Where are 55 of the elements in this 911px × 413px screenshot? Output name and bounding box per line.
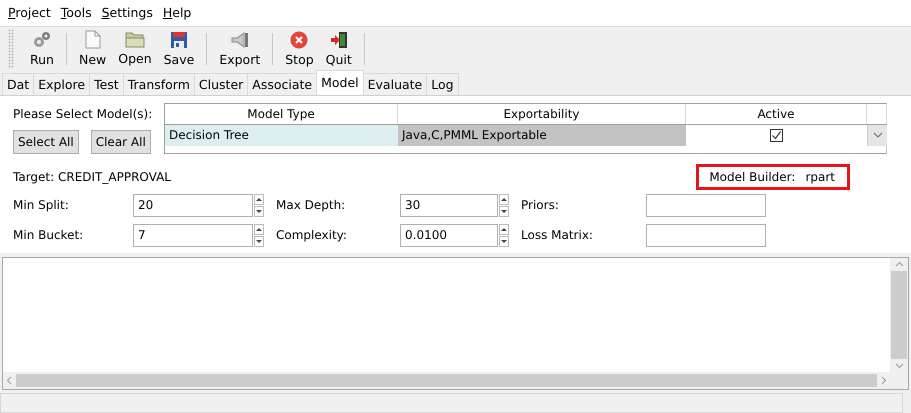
number-field[interactable]: 20 [133, 194, 253, 217]
menu-item[interactable]: Settings [98, 5, 159, 20]
dropdown-button[interactable] [867, 124, 887, 146]
model-builder-label: Model Builder: [709, 170, 796, 184]
parameter-label: Priors: [521, 198, 560, 212]
toolbar-button[interactable]: Save [158, 28, 200, 70]
number-field[interactable]: 7 [133, 224, 253, 247]
toolbar-button[interactable]: Open [112, 28, 158, 70]
tab[interactable]: Dat [2, 72, 34, 95]
parameter-label: Complexity: [276, 228, 348, 242]
toolbar-button[interactable]: Quit [320, 28, 358, 70]
speaker-icon [230, 30, 250, 49]
stop-icon [290, 30, 308, 49]
scroll-left-icon[interactable] [6, 376, 12, 386]
spinner-arrows[interactable] [499, 224, 509, 247]
active-checkbox[interactable] [770, 128, 783, 142]
folder-icon [124, 31, 145, 48]
parameter-label: Loss Matrix: [521, 228, 594, 242]
parameter-label: Min Split: [13, 198, 70, 212]
toolbar-button[interactable]: New [72, 28, 112, 70]
toolbar-button[interactable]: Run [24, 28, 60, 70]
prompt-label: Please Select Model(s): [13, 106, 154, 121]
scroll-down-icon[interactable] [894, 363, 904, 370]
tab[interactable]: Model [316, 70, 364, 95]
scroll-right-icon[interactable] [881, 376, 887, 386]
spinner-arrows[interactable] [254, 224, 264, 247]
tab[interactable]: Explore [33, 72, 90, 95]
parameter-label: Max Depth: [276, 198, 346, 212]
parameter-label: Min Bucket: [13, 228, 84, 242]
scroll-up-icon[interactable] [894, 260, 904, 267]
document-icon [84, 30, 101, 50]
select-button[interactable]: Clear All [90, 130, 151, 154]
caret-icon [872, 132, 882, 138]
gears-icon [32, 30, 52, 49]
vertical-scrollbar[interactable] [890, 258, 908, 372]
menu-item[interactable]: Help [158, 5, 198, 20]
table-cell: Decision Tree [165, 124, 398, 146]
menu-item[interactable]: Tools [56, 5, 98, 20]
menu-item[interactable]: Project [4, 5, 57, 20]
model-builder-value: rpart [805, 170, 835, 184]
horizontal-scrollbar[interactable] [3, 372, 890, 390]
spinner-arrows[interactable] [254, 194, 264, 217]
table-cell: Java,C,PMML Exportable [398, 124, 686, 146]
exit-door-icon [330, 30, 348, 49]
text-field[interactable] [646, 194, 766, 217]
tab[interactable]: Log [426, 72, 459, 95]
target-label: Target: CREDIT_APPROVAL [13, 170, 171, 184]
spinner-arrows[interactable] [499, 194, 509, 217]
toolbar-button[interactable]: Stop [279, 28, 320, 70]
output-text-area[interactable] [2, 256, 909, 390]
toolbar-button[interactable]: Export [213, 28, 266, 70]
text-field[interactable] [646, 224, 766, 247]
select-button[interactable]: Select All [13, 130, 79, 154]
number-field[interactable]: 0.0100 [400, 224, 498, 247]
number-field[interactable]: 30 [400, 194, 498, 217]
